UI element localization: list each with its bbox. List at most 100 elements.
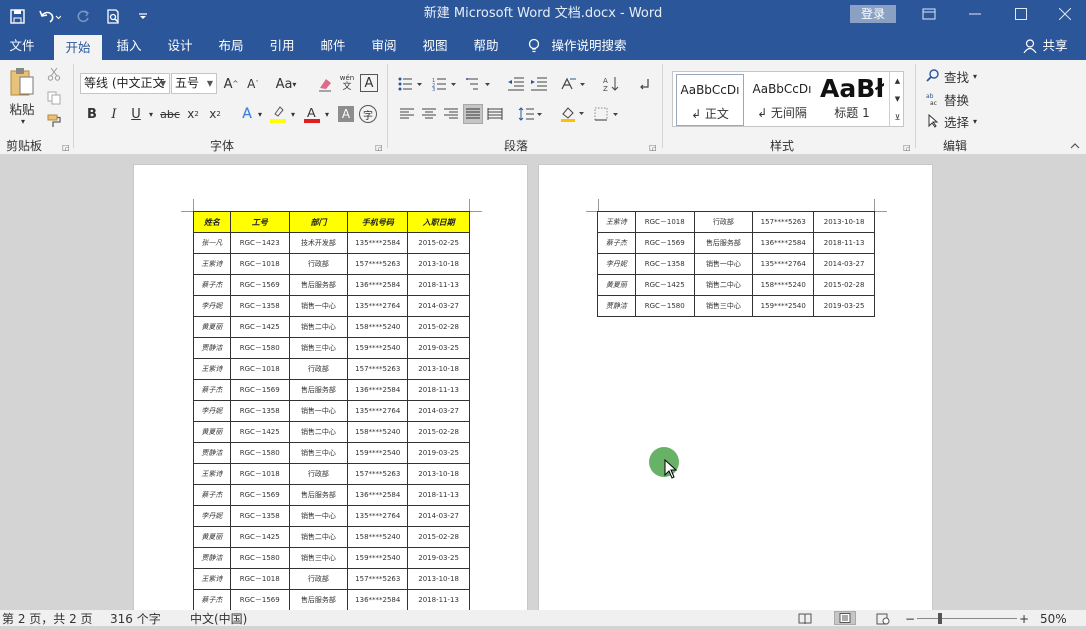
table-cell[interactable]: RGC－1358	[229, 400, 290, 422]
table-cell[interactable]: RGC－1018	[229, 463, 290, 485]
cut-icon[interactable]	[46, 66, 62, 82]
tell-me-search[interactable]: 操作说明搜索	[548, 32, 630, 60]
tab-review[interactable]: 审阅	[363, 32, 405, 60]
minimize-icon[interactable]	[952, 0, 998, 28]
table-cell[interactable]: 2018-11-13	[407, 274, 470, 296]
table-cell[interactable]: 157****5263	[752, 211, 815, 233]
word-count[interactable]: 316 个字	[110, 610, 161, 628]
table-cell[interactable]: RGC－1569	[229, 274, 290, 296]
table-cell[interactable]: 2013-10-18	[407, 568, 470, 590]
styles-launcher-icon[interactable]: ◲	[903, 143, 911, 152]
text-effects-icon[interactable]: A	[238, 104, 256, 124]
employee-table[interactable]: 姓名 工号 部门 手机号码 入职日期 张一凡 RGC－1423 技术开发部 135****258…	[193, 211, 470, 610]
character-border-icon[interactable]: A	[360, 74, 378, 92]
table-cell[interactable]: RGC－1580	[229, 337, 290, 359]
justify-icon[interactable]	[463, 104, 483, 124]
shading-icon[interactable]	[559, 104, 587, 124]
table-cell[interactable]: 2013-10-18	[407, 358, 470, 380]
italic-icon[interactable]: I	[106, 104, 122, 124]
table-cell[interactable]: 贾静洁	[597, 295, 636, 317]
sort-icon[interactable]: AZ	[602, 74, 620, 94]
distributed-icon[interactable]	[486, 106, 504, 122]
table-cell[interactable]: 蔡子杰	[597, 232, 636, 254]
table-cell[interactable]: 黄夏丽	[193, 526, 231, 548]
tab-mailings[interactable]: 邮件	[312, 32, 354, 60]
table-cell[interactable]: RGC－1358	[229, 505, 290, 527]
chinese-layout-icon[interactable]	[560, 74, 588, 94]
table-cell[interactable]: 销售二中心	[288, 421, 349, 443]
close-icon[interactable]	[1042, 0, 1086, 28]
table-cell[interactable]: 李丹妮	[193, 400, 231, 422]
redo-icon[interactable]	[72, 5, 94, 27]
table-cell[interactable]: 李丹妮	[597, 253, 636, 275]
table-cell[interactable]: 158****5240	[347, 526, 409, 548]
table-cell[interactable]: 售后服务部	[288, 379, 349, 401]
page-2[interactable]: 王紫诗 RGC－1018 行政部 157****5263 2013-10-18 蔡子杰 RG…	[538, 164, 933, 610]
table-cell[interactable]: 行政部	[693, 211, 754, 233]
table-cell[interactable]: RGC－1580	[634, 295, 695, 317]
strikethrough-icon[interactable]: abc	[160, 104, 180, 124]
read-mode-icon[interactable]	[798, 612, 812, 630]
table-cell[interactable]: RGC－1425	[229, 526, 290, 548]
table-cell[interactable]: RGC－1425	[229, 421, 290, 443]
table-cell[interactable]: 销售一中心	[288, 295, 349, 317]
superscript-icon[interactable]: x2	[206, 104, 224, 124]
scroll-down-icon[interactable]: ▼	[892, 92, 903, 106]
table-cell[interactable]: 159****2540	[347, 442, 409, 464]
tab-design[interactable]: 设计	[159, 32, 201, 60]
employee-table-continued[interactable]: 王紫诗 RGC－1018 行政部 157****5263 2013-10-18 蔡子杰 RG…	[597, 211, 875, 317]
undo-icon[interactable]	[36, 5, 64, 27]
zoom-level[interactable]: 50%	[1040, 610, 1067, 628]
font-color-dropdown-icon[interactable]: ▾	[323, 106, 331, 122]
table-cell[interactable]: 2014-03-27	[407, 505, 470, 527]
table-cell[interactable]: 158****5240	[752, 274, 815, 296]
table-cell[interactable]: 2013-10-18	[813, 211, 875, 233]
table-cell[interactable]: 李丹妮	[193, 295, 231, 317]
table-cell[interactable]: 157****5263	[347, 253, 409, 275]
paste-button-label[interactable]: 粘贴	[6, 100, 38, 117]
share-button[interactable]: 共享	[1040, 32, 1070, 60]
scroll-up-icon[interactable]: ▲	[892, 74, 903, 88]
table-cell[interactable]: 王紫诗	[193, 253, 231, 275]
table-cell[interactable]: RGC－1425	[634, 274, 695, 296]
table-cell[interactable]: 2014-03-27	[407, 295, 470, 317]
table-cell[interactable]: 行政部	[288, 463, 349, 485]
table-cell[interactable]: 2019-03-25	[813, 295, 875, 317]
table-cell[interactable]: 李丹妮	[193, 505, 231, 527]
style-normal[interactable]: AaBbCcDı ↲ 正文	[676, 74, 744, 126]
table-cell[interactable]: RGC－1425	[229, 316, 290, 338]
zoom-out-button[interactable]: −	[905, 610, 915, 628]
table-cell[interactable]: 2015-02-28	[813, 274, 875, 296]
save-icon[interactable]	[6, 5, 28, 27]
table-cell[interactable]: 2019-03-25	[407, 442, 470, 464]
table-cell[interactable]: RGC－1018	[229, 253, 290, 275]
language[interactable]: 中文(中国)	[190, 610, 247, 628]
table-header-cell[interactable]: 手机号码	[347, 211, 409, 233]
collapse-ribbon-icon[interactable]	[1068, 140, 1082, 152]
table-cell[interactable]: 王紫诗	[193, 463, 231, 485]
shrink-font-icon[interactable]: Aˇ	[244, 74, 262, 94]
table-cell[interactable]: 销售三中心	[288, 442, 349, 464]
align-center-icon[interactable]	[420, 106, 438, 122]
decrease-indent-icon[interactable]	[506, 74, 526, 94]
font-launcher-icon[interactable]: ◲	[375, 143, 383, 152]
text-effects-dropdown-icon[interactable]: ▾	[256, 106, 264, 122]
zoom-slider[interactable]	[917, 618, 1017, 619]
copy-icon[interactable]	[46, 90, 62, 106]
customize-qat-icon[interactable]	[132, 5, 154, 27]
paste-dropdown-icon[interactable]: ▾	[17, 116, 29, 126]
table-cell[interactable]: 行政部	[288, 253, 349, 275]
character-shading-icon[interactable]: A	[338, 106, 354, 122]
underline-dropdown-icon[interactable]: ▾	[146, 106, 156, 122]
table-cell[interactable]: 销售三中心	[288, 547, 349, 569]
underline-icon[interactable]: U	[127, 104, 145, 124]
font-name-box[interactable]: 等线 (中文正文 ▼	[80, 73, 170, 94]
tab-insert[interactable]: 插入	[108, 32, 150, 60]
table-cell[interactable]: RGC－1018	[229, 358, 290, 380]
table-cell[interactable]: 135****2764	[347, 505, 409, 527]
table-cell[interactable]: 技术开发部	[288, 232, 349, 254]
show-hide-marks-icon[interactable]	[636, 74, 652, 94]
table-cell[interactable]: 售后服务部	[288, 484, 349, 506]
table-cell[interactable]: RGC－1423	[229, 232, 290, 254]
increase-indent-icon[interactable]	[529, 74, 549, 94]
